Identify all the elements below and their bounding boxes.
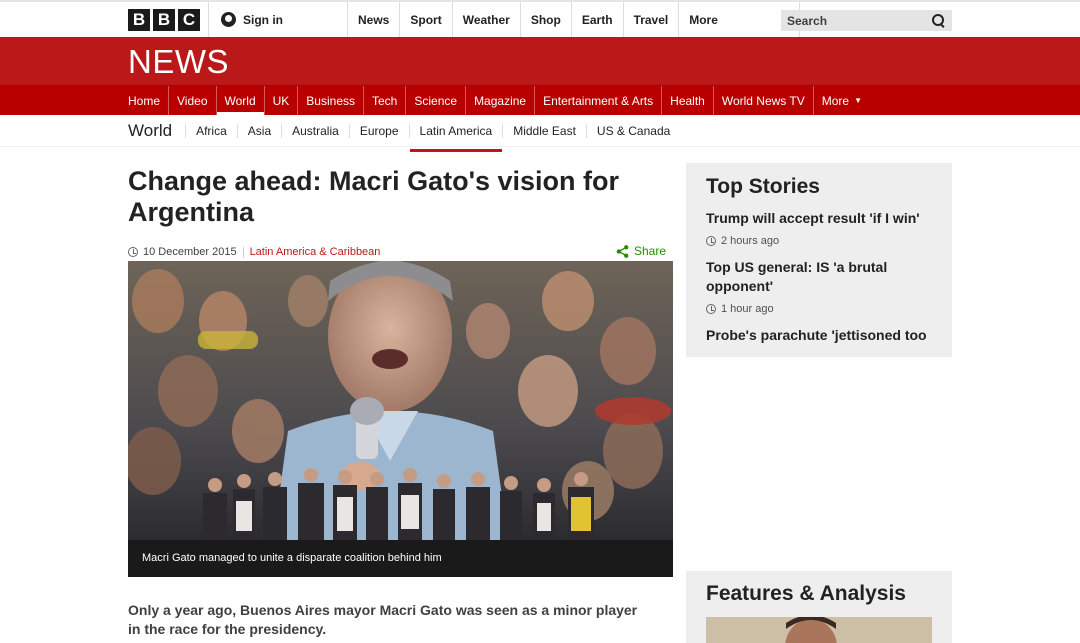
features-heading: Features & Analysis: [706, 582, 906, 605]
subnav-africa[interactable]: Africa: [185, 124, 237, 138]
top-story-title[interactable]: Probe's parachute 'jettisoned too: [706, 326, 932, 345]
search-input[interactable]: [787, 13, 917, 28]
top-story-time-label: 2 hours ago: [721, 235, 780, 247]
news-nav-home[interactable]: Home: [128, 86, 168, 116]
features-analysis-panel: Features & Analysis: [686, 571, 952, 643]
user-icon: [221, 12, 236, 27]
top-nav-weather[interactable]: Weather: [451, 2, 520, 37]
clock-icon: [706, 236, 716, 246]
sign-in-label: Sign in: [243, 12, 283, 27]
top-story-item[interactable]: Trump will accept result 'if I win' 2 ho…: [706, 209, 932, 247]
news-nav: Home Video World UK Business Tech Scienc…: [0, 85, 1080, 116]
top-stories-panel: Top Stories Trump will accept result 'if…: [686, 163, 952, 357]
search-icon[interactable]: [932, 13, 946, 28]
news-nav-uk[interactable]: UK: [263, 86, 298, 116]
subnav-us-canada[interactable]: US & Canada: [585, 124, 680, 138]
top-story-time-label: 1 hour ago: [721, 303, 774, 315]
top-stories-heading: Top Stories: [706, 175, 820, 198]
top-story-item[interactable]: Top US general: IS 'a brutal opponent' 1…: [706, 258, 932, 315]
feature-thumbnail[interactable]: [706, 617, 932, 643]
clock-icon: [128, 247, 138, 257]
news-nav-magazine[interactable]: Magazine: [465, 86, 534, 116]
clock-icon: [706, 304, 716, 314]
top-nav: News Sport Weather Shop Earth Travel Mor…: [347, 2, 801, 37]
world-subnav: World Africa Asia Australia Europe Latin…: [0, 115, 1080, 152]
feature-thumbnail-illustration: [706, 617, 932, 643]
top-nav-shop[interactable]: Shop: [519, 2, 571, 37]
subnav-latin-america[interactable]: Latin America: [408, 124, 503, 152]
subnav-europe[interactable]: Europe: [348, 124, 409, 138]
top-story-title[interactable]: Trump will accept result 'if I win': [706, 209, 932, 228]
news-nav-entertainment-arts[interactable]: Entertainment & Arts: [534, 86, 661, 116]
article-date: 10 December 2015: [143, 246, 237, 258]
image-caption: Macri Gato managed to unite a disparate …: [128, 540, 673, 577]
top-nav-earth[interactable]: Earth: [570, 2, 623, 37]
article-hero-image: Macri Gato managed to unite a disparate …: [128, 261, 673, 577]
bbc-logo-letter: B: [128, 9, 150, 31]
news-nav-video[interactable]: Video: [168, 86, 215, 116]
article-lede: Only a year ago, Buenos Aires mayor Macr…: [128, 602, 638, 637]
bbc-logo[interactable]: B B C: [128, 9, 200, 31]
news-banner: NEWS: [0, 37, 1080, 85]
subnav-asia[interactable]: Asia: [236, 124, 281, 138]
news-nav-more-label: More: [821, 94, 850, 108]
article-headline: Change ahead: Macri Gato's vision for Ar…: [128, 166, 620, 227]
bbc-masthead: B B C Sign in News Sport Weather Shop Ea…: [0, 0, 1080, 37]
article-meta: 10 December 2015 Latin America & Caribbe…: [128, 246, 380, 258]
share-label: Share: [634, 244, 667, 258]
news-nav-world-news-tv[interactable]: World News TV: [712, 86, 813, 116]
news-logo[interactable]: NEWS: [128, 43, 229, 81]
top-nav-more-label: More: [689, 12, 718, 27]
top-nav-travel[interactable]: Travel: [622, 2, 679, 37]
news-nav-more[interactable]: More ▼: [812, 86, 870, 116]
article-category-link[interactable]: Latin America & Caribbean: [250, 246, 381, 258]
top-story-item[interactable]: Probe's parachute 'jettisoned too: [706, 326, 932, 345]
share-icon: [616, 244, 629, 258]
subnav-middle-east[interactable]: Middle East: [502, 124, 586, 138]
share-button[interactable]: Share: [616, 244, 666, 258]
top-nav-sport[interactable]: Sport: [399, 2, 451, 37]
news-nav-business[interactable]: Business: [297, 86, 363, 116]
bbc-logo-letter: C: [178, 9, 200, 31]
meta-divider: [242, 246, 244, 258]
news-nav-world[interactable]: World: [215, 86, 264, 116]
top-story-time: 2 hours ago: [706, 235, 932, 247]
sign-in-link[interactable]: Sign in: [208, 2, 348, 37]
news-nav-tech[interactable]: Tech: [363, 86, 405, 116]
news-nav-health[interactable]: Health: [661, 86, 713, 116]
subnav-australia[interactable]: Australia: [281, 124, 349, 138]
top-story-title[interactable]: Top US general: IS 'a brutal opponent': [706, 258, 932, 296]
crowd-photo-illustration: [128, 261, 673, 540]
bbc-logo-letter: B: [153, 9, 175, 31]
chevron-down-icon: ▼: [854, 96, 863, 105]
top-story-time: 1 hour ago: [706, 303, 932, 315]
top-nav-news[interactable]: News: [347, 2, 399, 37]
search-box: [781, 10, 952, 31]
section-title[interactable]: World: [128, 121, 185, 141]
news-nav-science[interactable]: Science: [405, 86, 465, 116]
